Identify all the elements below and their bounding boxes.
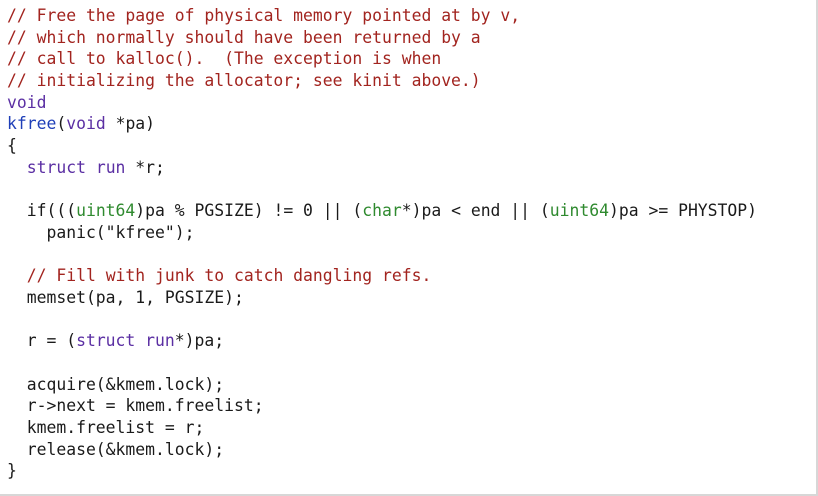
code-text: *pa)	[105, 114, 156, 134]
code-text: )pa >= PHYSTOP)	[609, 201, 758, 221]
code-line: if(((uint64)pa % PGSIZE) != 0 || (char*)…	[7, 200, 757, 222]
code-function-name: kfree	[7, 114, 57, 134]
code-line: struct run *r;	[7, 157, 757, 179]
code-line: }	[7, 460, 757, 482]
code-comment: // Fill with junk to catch dangling refs…	[26, 266, 432, 286]
code-type: uint64	[76, 201, 136, 221]
code-type: uint64	[549, 201, 609, 221]
code-text: *)pa;	[174, 331, 225, 351]
code-line: void	[7, 92, 757, 114]
code-line: r->next = kmem.freelist;	[7, 395, 757, 417]
code-line: kfree(void *pa)	[7, 113, 757, 135]
code-block: // Free the page of physical memory poin…	[7, 5, 757, 482]
code-line: // which normally should have been retur…	[7, 27, 757, 49]
code-line: panic("kfree");	[7, 222, 757, 244]
code-text: {	[7, 136, 17, 156]
code-text: *r;	[125, 157, 165, 177]
code-text: kmem.freelist = r;	[7, 418, 205, 438]
code-line: acquire(&kmem.lock);	[7, 374, 757, 396]
code-comment: // initializing the allocator; see kinit…	[7, 71, 481, 91]
code-keyword: struct run	[76, 331, 175, 351]
code-line: // Fill with junk to catch dangling refs…	[7, 265, 757, 287]
code-line: release(&kmem.lock);	[7, 439, 757, 461]
code-comment: // call to kalloc(). (The exception is w…	[7, 49, 442, 69]
code-text: }	[7, 461, 17, 481]
code-text: )pa % PGSIZE) != 0 || (	[135, 201, 363, 221]
code-text: panic("kfree");	[7, 222, 195, 242]
code-text: *)pa < end || (	[401, 201, 550, 221]
code-comment: // Free the page of physical memory poin…	[7, 6, 521, 25]
code-text: memset(pa, 1, PGSIZE);	[7, 287, 244, 307]
code-line: r = (struct run*)pa;	[7, 330, 757, 352]
code-text: r = (	[7, 331, 77, 351]
code-viewer: // Free the page of physical memory poin…	[0, 0, 818, 496]
code-line: kmem.freelist = r;	[7, 417, 757, 439]
code-keyword: void	[66, 114, 106, 134]
code-text: (	[56, 114, 67, 134]
code-keyword: struct run	[26, 157, 126, 177]
code-line: // initializing the allocator; see kinit…	[7, 70, 757, 92]
code-text: r->next = kmem.freelist;	[7, 396, 264, 416]
code-text: acquire(&kmem.lock);	[7, 374, 225, 394]
code-line: // call to kalloc(). (The exception is w…	[7, 48, 757, 70]
code-text: if(((	[7, 201, 77, 221]
code-keyword: void	[7, 92, 47, 112]
code-line: memset(pa, 1, PGSIZE);	[7, 287, 757, 309]
code-line: {	[7, 135, 757, 157]
code-line: // Free the page of physical memory poin…	[7, 5, 757, 27]
code-comment: // which normally should have been retur…	[7, 27, 481, 47]
code-type: char	[362, 201, 402, 221]
code-text: release(&kmem.lock);	[7, 439, 225, 459]
